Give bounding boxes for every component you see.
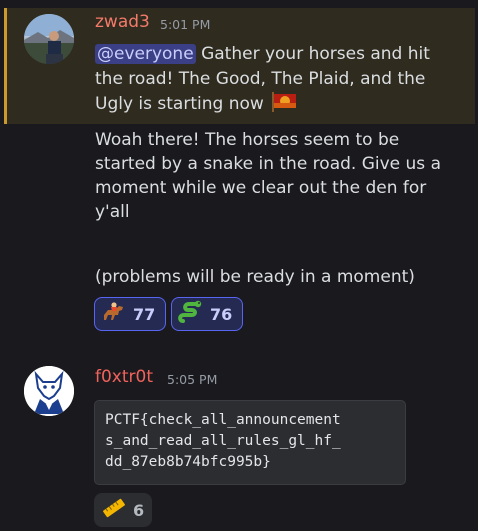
reaction-horse-racing[interactable]: 77 bbox=[94, 297, 166, 331]
code-line: PCTF{check_all_announcement bbox=[105, 412, 341, 428]
avatar[interactable] bbox=[24, 14, 74, 64]
message-line: @everyone Gather your horses and hit bbox=[95, 42, 430, 66]
reaction-count: 76 bbox=[210, 304, 233, 324]
author-name[interactable]: f0xtr0t bbox=[95, 367, 153, 387]
racing-flag-icon bbox=[271, 92, 297, 112]
message-line: moment while we clear out the den for bbox=[95, 178, 427, 198]
message-text: Gather your horses and hit bbox=[195, 44, 430, 64]
reaction-snake[interactable]: 76 bbox=[171, 297, 243, 331]
chat-view: zwad3 5:01 PM @everyone Gather your hors… bbox=[0, 0, 478, 531]
code-line: dd_87eb8b74bfc995b} bbox=[105, 454, 271, 470]
message-line: Ugly is starting now bbox=[95, 92, 297, 116]
message-line: Woah there! The horses seem to be bbox=[95, 130, 400, 150]
message-text: Ugly is starting now bbox=[95, 94, 264, 114]
message-line: the road! The Good, The Plaid, and the bbox=[95, 69, 426, 89]
avatar[interactable] bbox=[24, 366, 74, 416]
code-line: s_and_read_all_rules_gl_hf_ bbox=[105, 433, 341, 449]
everyone-mention[interactable]: @everyone bbox=[95, 44, 196, 64]
message-line: (problems will be ready in a moment) bbox=[95, 267, 415, 287]
timestamp: 5:01 PM bbox=[160, 17, 211, 32]
reaction-count: 77 bbox=[133, 304, 156, 324]
timestamp: 5:05 PM bbox=[167, 372, 218, 387]
author-name[interactable]: zwad3 bbox=[95, 12, 150, 32]
reaction-count: 6 bbox=[133, 500, 145, 520]
snake-icon bbox=[178, 300, 204, 328]
horse-racing-icon bbox=[101, 301, 127, 327]
message-line: started by a snake in the road. Give us … bbox=[95, 154, 441, 174]
code-block[interactable]: PCTF{check_all_announcement s_and_read_al… bbox=[94, 400, 406, 485]
reaction-ruler[interactable]: 6 bbox=[94, 493, 152, 527]
ruler-icon bbox=[101, 496, 127, 524]
message-line: y'all bbox=[95, 202, 130, 222]
